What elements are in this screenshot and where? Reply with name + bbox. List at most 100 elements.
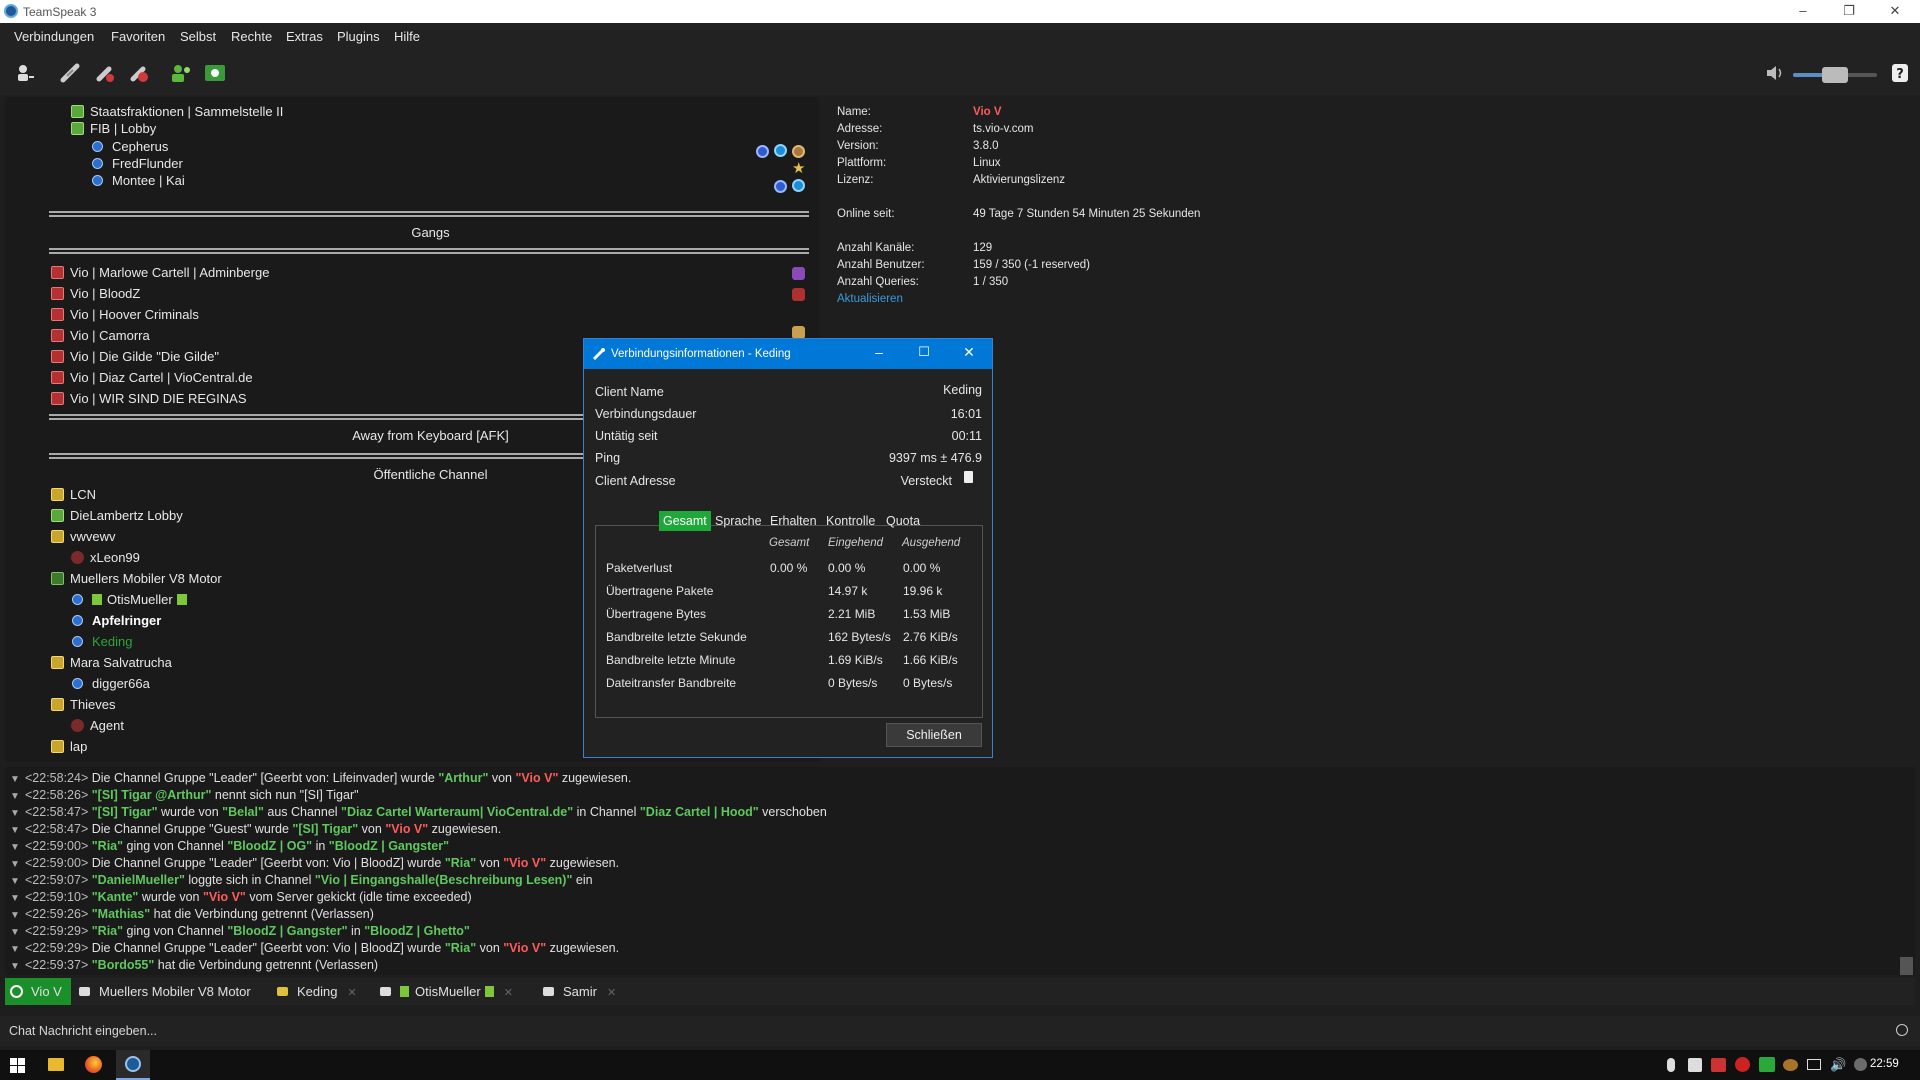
tab-quota[interactable]: Quota [882,511,924,531]
tree-channel[interactable]: FIB | Lobby [71,119,156,138]
log-name-link[interactable]: "Ria" [445,856,476,870]
tree-user[interactable]: xLeon99 [71,548,140,567]
microphone-icon[interactable] [1667,1058,1675,1072]
file-explorer-icon[interactable] [48,1058,64,1071]
emoji-icon[interactable] [1896,1024,1908,1036]
refresh-link[interactable]: Aktualisieren [837,293,903,305]
dialog-title-bar[interactable]: Verbindungsinformationen - Keding – ☐ ✕ [584,339,992,369]
tray-app-icon[interactable] [1854,1058,1867,1071]
log-scrollbar[interactable] [1898,767,1915,975]
chat-tab-private[interactable]: OtisMueller ✕ [380,978,513,1005]
chat-tab-server[interactable]: Vio V [5,978,71,1005]
log-name-link[interactable]: "Vio V" [503,856,546,870]
tree-channel[interactable]: Vio | Camorra [51,326,150,345]
tray-app-icon[interactable] [1783,1059,1798,1071]
tray-app-icon[interactable] [1711,1058,1726,1072]
log-name-link[interactable]: "Mathias" [92,907,150,921]
tree-user[interactable]: digger66a [72,674,150,693]
log-name-link[interactable]: "BloodZ | Gangster" [227,924,347,938]
menu-selbst[interactable]: Selbst [180,29,216,44]
tree-user[interactable]: Apfelringer [72,611,161,630]
tab-erhalten[interactable]: Erhalten [766,511,821,531]
tree-user[interactable]: Agent [71,716,124,735]
windows-start-icon[interactable] [10,1058,25,1073]
tree-channel[interactable]: LCN [51,485,96,504]
subscribe-icon[interactable] [202,60,228,86]
tree-user[interactable]: Montee | Kai [92,171,185,190]
menu-extras[interactable]: Extras [286,29,323,44]
copy-icon[interactable] [964,471,973,483]
log-name-link[interactable]: "Ria" [92,839,123,853]
log-name-link[interactable]: "BloodZ | OG" [227,839,312,853]
mute-mic-icon[interactable] [92,60,118,86]
tree-user-self[interactable]: Keding [72,632,132,651]
log-name-link[interactable]: "Vio V" [385,822,428,836]
tree-channel[interactable]: Thieves [51,695,116,714]
tab-kontrolle[interactable]: Kontrolle [822,511,879,531]
dialog-minimize-button[interactable]: – [864,344,894,360]
dialog-close-icon[interactable]: ✕ [954,344,984,361]
tree-channel[interactable]: Vio | WIR SIND DIE REGINAS [51,389,247,408]
teamspeak-task-button[interactable] [116,1050,150,1080]
speaker-icon[interactable]: 🔊 [1830,1058,1846,1071]
close-tab-icon[interactable]: ✕ [607,987,616,999]
menu-verbindungen[interactable]: Verbindungen [14,29,94,44]
volume-icon[interactable] [1763,60,1789,86]
tree-channel[interactable]: Vio | Die Gilde "Die Gilde" [51,347,219,366]
log-name-link[interactable]: "[SI] Tigar" [292,822,358,836]
minimize-button[interactable]: – [1780,0,1826,23]
tree-channel[interactable]: Vio | Hoover Criminals [51,305,199,324]
disconnect-icon[interactable] [57,60,83,86]
chat-tab-private[interactable]: Keding ✕ [277,978,357,1005]
menu-rechte[interactable]: Rechte [231,29,272,44]
help-icon[interactable]: ? [1887,60,1913,86]
tray-app-icon[interactable] [1735,1057,1750,1072]
tree-channel[interactable]: Vio | Diaz Cartel | VioCentral.de [51,368,253,387]
close-tab-icon[interactable]: ✕ [504,987,513,999]
security-icon[interactable] [1688,1058,1702,1072]
menu-plugins[interactable]: Plugins [337,29,380,44]
log-name-link[interactable]: "[SI] Tigar" [92,805,158,819]
log-name-link[interactable]: "BloodZ | Gangster" [329,839,449,853]
away-icon[interactable] [168,60,194,86]
tree-channel[interactable]: Vio | Marlowe Cartell | Adminberge [51,263,269,282]
restore-button[interactable]: ❐ [1826,0,1872,23]
tree-channel[interactable]: Mara Salvatrucha [51,653,172,672]
chat-tab-private[interactable]: Samir ✕ [543,978,616,1005]
tab-gesamt[interactable]: Gesamt [659,511,711,531]
dialog-maximize-button[interactable]: ☐ [909,344,939,360]
log-name-link[interactable]: "[SI] Tigar @Arthur" [92,788,212,802]
menu-hilfe[interactable]: Hilfe [394,29,420,44]
tree-channel[interactable]: Muellers Mobiler V8 Motor [51,569,222,588]
connect-icon[interactable] [12,60,38,86]
tree-channel[interactable]: lap [51,737,87,756]
log-name-link[interactable]: "Kante" [92,890,139,904]
log-name-link[interactable]: "Diaz Cartel | Hood" [640,805,759,819]
log-name-link[interactable]: "Ria" [445,941,476,955]
log-name-link[interactable]: "Belal" [222,805,264,819]
tree-user[interactable]: OtisMueller [72,590,187,609]
menu-favoriten[interactable]: Favoriten [111,29,165,44]
chat-input[interactable]: Chat Nachricht eingeben... [9,1024,157,1038]
volume-slider[interactable] [1793,67,1877,83]
firefox-icon[interactable] [85,1056,102,1073]
log-name-link[interactable]: "Ria" [92,924,123,938]
close-window-button[interactable]: ✕ [1872,0,1918,23]
log-name-link[interactable]: "DanielMueller" [92,873,185,887]
tray-app-icon[interactable] [1759,1057,1775,1072]
chat-tab-channel[interactable]: Muellers Mobiler V8 Motor [79,978,251,1005]
log-name-link[interactable]: "Diaz Cartel Warteraum| VioCentral.de" [341,805,573,819]
close-tab-icon[interactable]: ✕ [347,987,356,999]
log-name-link[interactable]: "Vio V" [503,941,546,955]
log-name-link[interactable]: "Vio V" [515,771,558,785]
network-icon[interactable] [1807,1059,1821,1070]
volume-handle[interactable] [1822,67,1848,83]
log-name-link[interactable]: "Arthur" [438,771,488,785]
tree-channel[interactable]: Vio | BloodZ [51,284,140,303]
log-name-link[interactable]: "Vio | Eingangshalle(Beschreibung Lesen)… [315,873,573,887]
log-name-link[interactable]: "Bordo55" [92,958,155,972]
chat-input-bar[interactable]: Chat Nachricht eingeben... [0,1016,1920,1046]
tree-channel[interactable]: vwvewv [51,527,116,546]
close-button[interactable]: Schließen [886,723,982,747]
mute-speaker-icon[interactable] [126,60,152,86]
